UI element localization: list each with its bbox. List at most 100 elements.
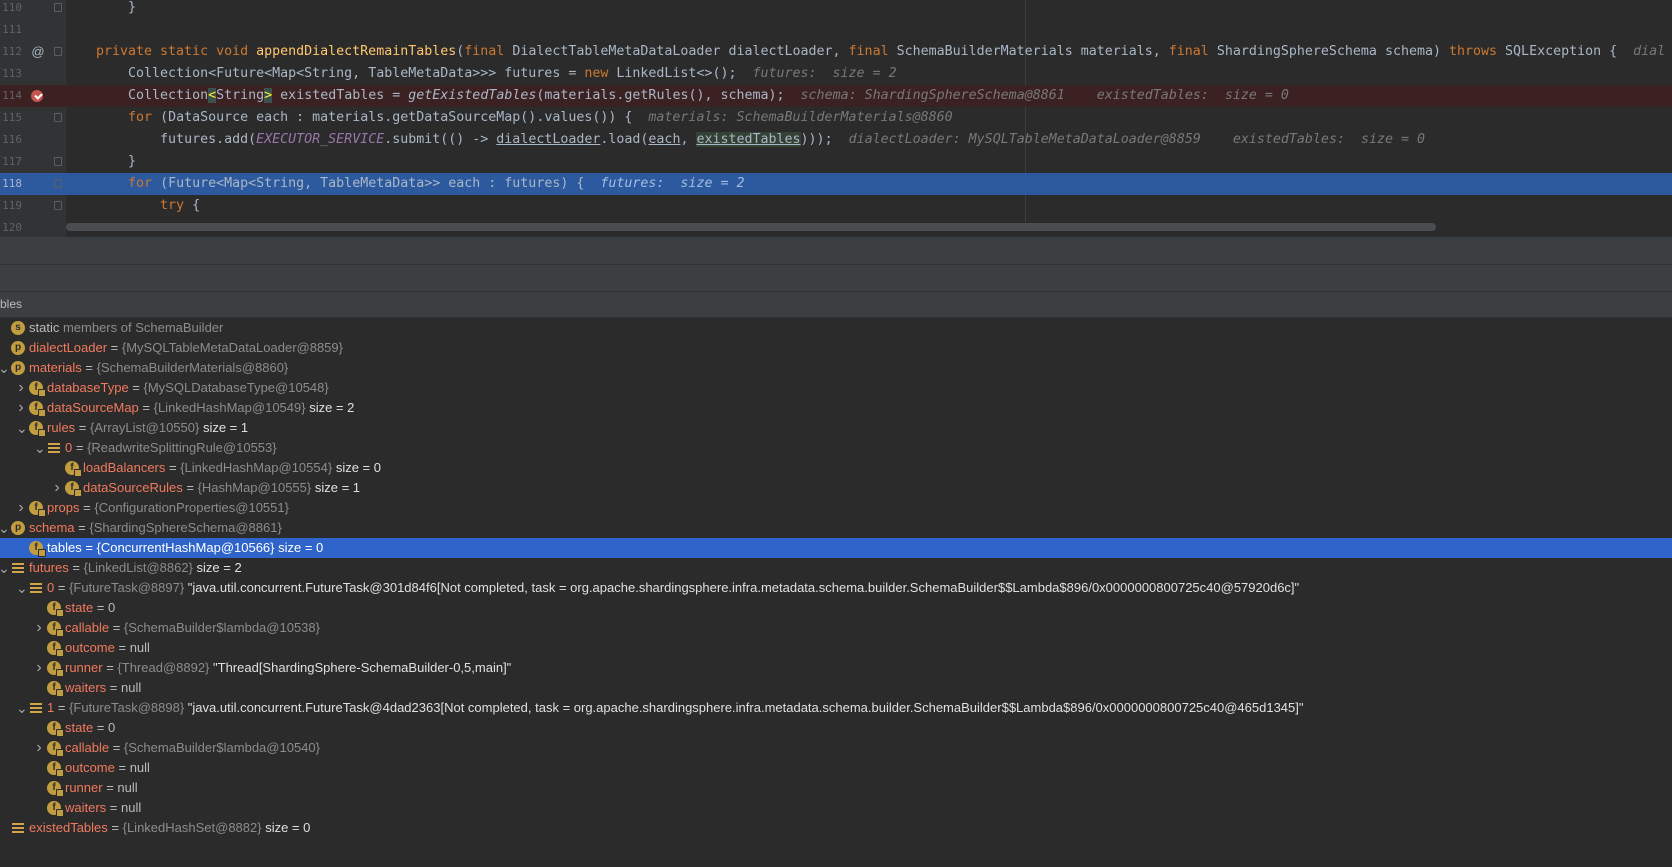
- variable-row-props[interactable]: › f props = {ConfigurationProperties@10551…: [0, 498, 1672, 518]
- variable-row-dataSourceRules[interactable]: › f dataSourceRules = {HashMap@10555} size…: [0, 478, 1672, 498]
- code-line-110[interactable]: 110 }: [0, 0, 1672, 19]
- variable-type: {ConcurrentHashMap@10566}: [96, 540, 275, 555]
- chevron-right-icon[interactable]: ›: [34, 658, 44, 678]
- variable-row-runner[interactable]: › f runner = {Thread@8892} "Thread[Shardin…: [0, 658, 1672, 678]
- override-at-icon[interactable]: @: [30, 44, 46, 60]
- variable-extra: "Thread[ShardingSphere-SchemaBuilder-0,5…: [209, 660, 512, 675]
- variable-row-dialectLoader[interactable]: p dialectLoader = {MySQLTableMetaDataLoad…: [0, 338, 1672, 358]
- fold-icon[interactable]: [54, 157, 62, 166]
- variable-extra: size = 0: [332, 460, 381, 475]
- inline-debug-value: existedTables: size = 0: [1232, 132, 1426, 147]
- chevron-down-icon[interactable]: ⌄: [34, 438, 46, 458]
- chevron-down-icon[interactable]: ⌄: [0, 518, 10, 538]
- fold-icon[interactable]: [54, 201, 62, 210]
- field-icon: f: [29, 421, 46, 437]
- variable-row-static[interactable]: s static members of SchemaBuilder: [0, 318, 1672, 338]
- code-text: futures.add(EXECUTOR_SERVICE.submit(() -…: [160, 132, 1426, 147]
- variable-row-schema[interactable]: ⌄ p schema = {ShardingSphereSchema@8861}: [0, 518, 1672, 538]
- chevron-down-icon[interactable]: ⌄: [0, 358, 10, 378]
- field-icon: f: [47, 601, 64, 617]
- variable-row-futures[interactable]: ⌄ futures = {LinkedList@8862} size = 2: [0, 558, 1672, 578]
- variable-name: waiters: [65, 680, 107, 695]
- variable-row-0[interactable]: ⌄ 0 = {FutureTask@8897} "java.util.concur…: [0, 578, 1672, 598]
- fold-icon[interactable]: [54, 47, 62, 56]
- variable-row-dataSourceMap[interactable]: › f dataSourceMap = {LinkedHashMap@10549} …: [0, 398, 1672, 418]
- variable-type: {HashMap@10555}: [197, 480, 312, 495]
- inline-debug-value: schema: ShardingSphereSchema@8861: [800, 88, 1065, 103]
- code-line-112[interactable]: 112 @ private static void appendDialectR…: [0, 41, 1672, 63]
- variable-text: schema = {ShardingSphereSchema@8861}: [29, 520, 282, 535]
- fold-icon[interactable]: [54, 3, 62, 12]
- line-number: 117: [2, 155, 22, 168]
- variable-value: 0: [108, 600, 116, 615]
- variable-text: loadBalancers = {LinkedHashMap@10554} si…: [83, 460, 381, 475]
- code-line-118-current[interactable]: 118 for (Future<Map<String, TableMetaDat…: [0, 173, 1672, 195]
- line-number: 116: [2, 133, 22, 146]
- chevron-down-icon[interactable]: ⌄: [16, 578, 28, 598]
- code-text: Collection<String> existedTables = getEx…: [128, 88, 1289, 103]
- chevron-down-icon[interactable]: ⌄: [16, 698, 28, 718]
- variable-row-outcome[interactable]: f outcome = null: [0, 758, 1672, 778]
- variable-row-rules[interactable]: ⌄ f rules = {ArrayList@10550} size = 1: [0, 418, 1672, 438]
- variable-row-existedTables[interactable]: existedTables = {LinkedHashSet@8882} siz…: [0, 818, 1672, 838]
- variable-desc: members of SchemaBuilder: [59, 320, 224, 335]
- variable-name: dataSourceMap: [47, 400, 139, 415]
- code-text: Collection<Future<Map<String, TableMetaD…: [128, 66, 897, 81]
- variable-text: dataSourceMap = {LinkedHashMap@10549} si…: [47, 400, 355, 415]
- chevron-right-icon[interactable]: ›: [16, 398, 26, 418]
- variable-value: null: [117, 780, 138, 795]
- variable-row-databaseType[interactable]: › f databaseType = {MySQLDatabaseType@1054…: [0, 378, 1672, 398]
- variable-row-materials[interactable]: ⌄ p materials = {SchemaBuilderMaterials@88…: [0, 358, 1672, 378]
- chevron-down-icon[interactable]: ⌄: [0, 558, 10, 578]
- variable-row-outcome[interactable]: f outcome = null: [0, 638, 1672, 658]
- variable-row-waiters[interactable]: f waiters = null: [0, 678, 1672, 698]
- inline-debug-value: futures: size = 2: [752, 66, 897, 81]
- fold-icon[interactable]: [54, 113, 62, 122]
- chevron-right-icon[interactable]: ›: [34, 618, 44, 638]
- code-line-117[interactable]: 117 }: [0, 151, 1672, 173]
- static-icon: s: [11, 321, 25, 335]
- line-number: 110: [2, 1, 22, 14]
- variable-row-state[interactable]: f state = 0: [0, 598, 1672, 618]
- variable-row-state[interactable]: f state = 0: [0, 718, 1672, 738]
- parameter-icon: p: [11, 521, 25, 535]
- horizontal-scrollbar[interactable]: [66, 223, 1436, 231]
- variable-row-runner[interactable]: f runner = null: [0, 778, 1672, 798]
- code-line-115[interactable]: 115 for (DataSource each : materials.get…: [0, 107, 1672, 129]
- inline-debug-value: existedTables: size = 0: [1096, 88, 1289, 103]
- variable-name: outcome: [65, 760, 115, 775]
- code-line-113[interactable]: 113 Collection<Future<Map<String, TableM…: [0, 63, 1672, 85]
- breakpoint-icon[interactable]: [31, 90, 43, 102]
- variable-row-callable[interactable]: › f callable = {SchemaBuilder$lambda@10540…: [0, 738, 1672, 758]
- chevron-down-icon[interactable]: ⌄: [16, 418, 28, 438]
- variable-text: waiters = null: [65, 680, 142, 695]
- chevron-right-icon[interactable]: ›: [16, 498, 26, 518]
- variable-text: tables = {ConcurrentHashMap@10566} size …: [47, 540, 324, 555]
- code-line-116[interactable]: 116 futures.add(EXECUTOR_SERVICE.submit(…: [0, 129, 1672, 151]
- variable-text: outcome = null: [65, 760, 150, 775]
- fold-icon[interactable]: [54, 179, 62, 188]
- line-number: 112: [2, 45, 22, 58]
- variable-text: materials = {SchemaBuilderMaterials@8860…: [29, 360, 289, 375]
- chevron-right-icon[interactable]: ›: [34, 738, 44, 758]
- variable-row-callable[interactable]: › f callable = {SchemaBuilder$lambda@10538…: [0, 618, 1672, 638]
- variable-row-waiters[interactable]: f waiters = null: [0, 798, 1672, 818]
- variable-extra: size = 0: [261, 820, 311, 835]
- field-icon: f: [29, 541, 46, 557]
- variable-name: 0: [47, 580, 55, 595]
- chevron-right-icon[interactable]: ›: [16, 378, 26, 398]
- variable-row-1[interactable]: ⌄ 1 = {FutureTask@8898} "java.util.concur…: [0, 698, 1672, 718]
- chevron-right-icon[interactable]: ›: [52, 478, 62, 498]
- variables-tree[interactable]: s static members of SchemaBuilder p dialect…: [0, 318, 1672, 867]
- code-line-114[interactable]: 114 Collection<String> existedTables = g…: [0, 85, 1672, 107]
- field-icon: f: [47, 781, 64, 797]
- field-icon: f: [47, 621, 64, 637]
- variable-row-tables[interactable]: f tables = {ConcurrentHashMap@10566} size…: [0, 538, 1672, 558]
- variable-name: dataSourceRules: [83, 480, 183, 495]
- variable-row-0[interactable]: ⌄ 0 = {ReadwriteSplittingRule@10553}: [0, 438, 1672, 458]
- code-line-119[interactable]: 119 try {: [0, 195, 1672, 217]
- code-line-111[interactable]: 111: [0, 19, 1672, 41]
- variable-value: null: [129, 760, 150, 775]
- code-editor[interactable]: 110 } 111 112 @ private static void appe…: [0, 0, 1672, 237]
- variable-row-loadBalancers[interactable]: f loadBalancers = {LinkedHashMap@10554} s…: [0, 458, 1672, 478]
